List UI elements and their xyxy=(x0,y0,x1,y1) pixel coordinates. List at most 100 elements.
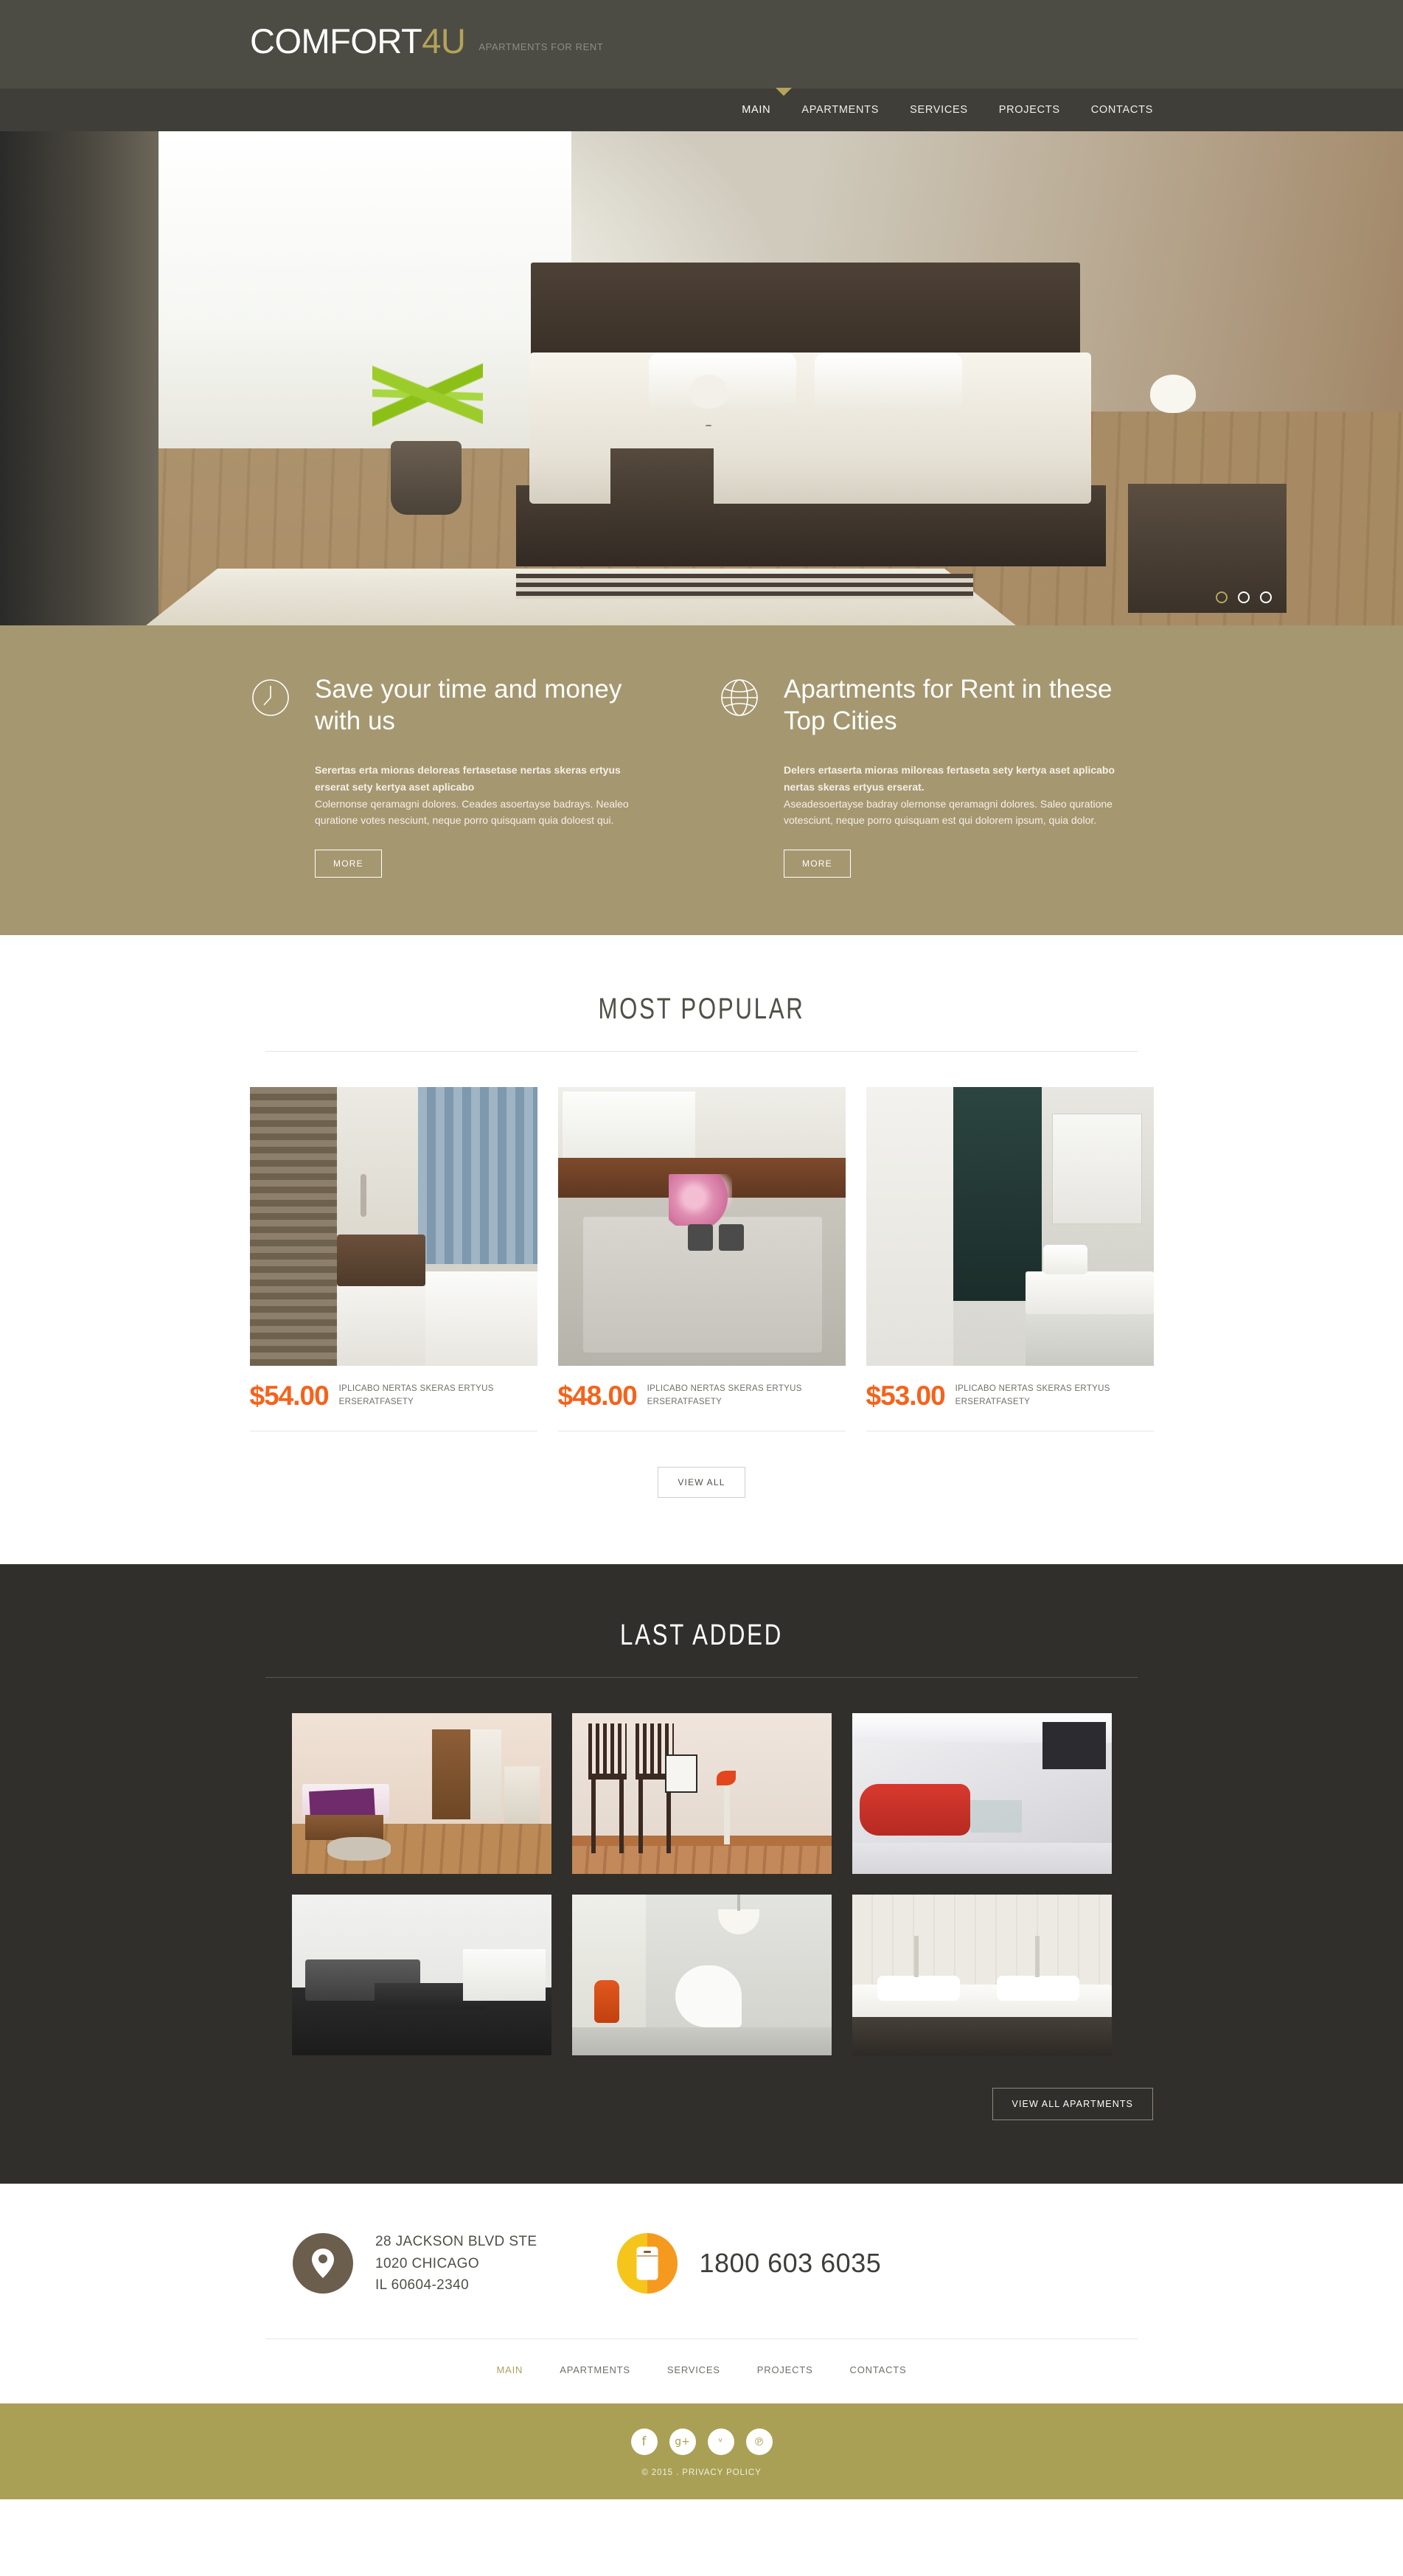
address-line-1: 28 JACKSON BLVD STE xyxy=(375,2234,537,2250)
feature-body: Delers ertaserta mioras miloreas fertase… xyxy=(784,762,1117,829)
feature-title: Save your time and money with us xyxy=(315,675,622,735)
nav-link-services[interactable]: SERVICES xyxy=(910,104,968,116)
slider-dot-2[interactable] xyxy=(1238,591,1250,603)
popular-cards: $54.00 IPLICABO NERTAS SKERAS ERTYUS ERS… xyxy=(249,1087,1154,1432)
feature-card-top-cities: Apartments for Rent in these Top Cities … xyxy=(719,674,1117,878)
view-all-apartments-wrapper: VIEW ALL APARTMENTS xyxy=(250,2055,1153,2121)
hero-lamp-left xyxy=(689,375,728,409)
nav-item-projects[interactable]: PROJECTS xyxy=(999,103,1060,117)
address-line-3: IL 60604-2340 xyxy=(375,2277,470,2293)
feature-more-button[interactable]: MORE xyxy=(784,850,851,878)
nav-link-projects[interactable]: PROJECTS xyxy=(999,104,1060,116)
hero-plant-pot xyxy=(391,441,462,515)
last-added-thumb[interactable] xyxy=(291,1895,551,2056)
contact-phone-number[interactable]: 1800 603 6035 xyxy=(700,2248,882,2279)
last-added-thumb[interactable] xyxy=(852,1895,1112,2056)
main-navigation: MAIN APARTMENTS SERVICES PROJECTS CONTAC… xyxy=(0,88,1403,131)
view-all-apartments-button[interactable]: VIEW ALL APARTMENTS xyxy=(992,2088,1153,2121)
last-added-thumb[interactable] xyxy=(852,1713,1112,1875)
feature-text-block: Save your time and money with us Sererta… xyxy=(315,674,648,878)
section-divider xyxy=(265,1677,1138,1678)
footer-nav-apartments[interactable]: APARTMENTS xyxy=(560,2364,630,2375)
last-added-thumb[interactable] xyxy=(291,1713,551,1875)
page-root: COMFORT4U APARTMENTS FOR RENT MAIN APART… xyxy=(0,0,1403,2500)
feature-card-save-time: Save your time and money with us Sererta… xyxy=(250,674,648,878)
contact-section: 28 JACKSON BLVD STE 1020 CHICAGO IL 6060… xyxy=(0,2184,1403,2404)
location-pin-icon xyxy=(293,2233,353,2294)
footer-navigation: MAIN APARTMENTS SERVICES PROJECTS CONTAC… xyxy=(0,2339,1403,2403)
site-tagline: APARTMENTS FOR RENT xyxy=(478,41,604,52)
section-divider xyxy=(265,1051,1138,1052)
social-links: f g+ ᵛ ℗ xyxy=(0,2429,1403,2456)
hero-lamp-right xyxy=(1150,375,1196,413)
popular-card-image[interactable] xyxy=(557,1087,846,1367)
popular-card[interactable]: $53.00 IPLICABO NERTAS SKERAS ERTYUS ERS… xyxy=(866,1087,1154,1432)
most-popular-heading: MOST POPULAR xyxy=(598,993,805,1026)
features-grid: Save your time and money with us Sererta… xyxy=(250,674,1153,878)
nav-item-services[interactable]: SERVICES xyxy=(910,103,968,117)
feature-more-button[interactable]: MORE xyxy=(315,850,382,878)
footer-nav-services[interactable]: SERVICES xyxy=(667,2364,720,2375)
popular-card-price: $54.00 xyxy=(249,1381,330,1412)
most-popular-section: MOST POPULAR $54.00 IPLICABO NERTAS SKER… xyxy=(0,935,1403,1565)
feature-paragraph: Aseadesoertayse badray olernonse qeramag… xyxy=(784,797,1113,827)
popular-card-caption: IPLICABO NERTAS SKERAS ERTYUS ERSERATFAS… xyxy=(338,1384,494,1407)
popular-card-image[interactable] xyxy=(866,1087,1154,1367)
popular-card-price-row: $48.00 IPLICABO NERTAS SKERAS ERTYUS ERS… xyxy=(557,1366,846,1432)
feature-body: Serertas erta mioras deloreas fertasetas… xyxy=(315,762,648,829)
hero-slider[interactable] xyxy=(0,131,1403,625)
pinterest-icon[interactable]: ℗ xyxy=(745,2429,773,2456)
hero-wall-left xyxy=(0,131,159,625)
hero-headboard xyxy=(531,263,1080,355)
nav-link-main[interactable]: MAIN xyxy=(742,104,770,116)
nav-item-contacts[interactable]: CONTACTS xyxy=(1091,103,1153,117)
hero-plant-leaves xyxy=(372,341,483,448)
popular-card-price-row: $54.00 IPLICABO NERTAS SKERAS ERTYUS ERS… xyxy=(249,1366,537,1432)
nav-list: MAIN APARTMENTS SERVICES PROJECTS CONTAC… xyxy=(250,88,1153,131)
popular-card[interactable]: $48.00 IPLICABO NERTAS SKERAS ERTYUS ERS… xyxy=(557,1087,846,1432)
nav-item-main[interactable]: MAIN xyxy=(742,103,770,117)
hero-nightstand-left xyxy=(610,448,714,533)
last-added-thumb[interactable] xyxy=(571,1895,832,2056)
last-added-heading: LAST ADDED xyxy=(620,1619,783,1652)
footer-nav-projects[interactable]: PROJECTS xyxy=(757,2364,813,2375)
popular-card-image[interactable] xyxy=(249,1087,537,1367)
hero-slide-image xyxy=(0,131,1403,625)
view-all-button[interactable]: VIEW ALL xyxy=(658,1467,745,1499)
popular-card-caption: IPLICABO NERTAS SKERAS ERTYUS ERSERATFAS… xyxy=(955,1384,1110,1407)
clock-icon xyxy=(250,677,294,721)
contact-phone-block: 1800 603 6035 xyxy=(616,2233,882,2294)
twitter-icon[interactable]: ᵛ xyxy=(707,2429,734,2456)
hero-window xyxy=(159,131,571,448)
feature-title: Apartments for Rent in these Top Cities xyxy=(784,675,1113,735)
footer-nav-main[interactable]: MAIN xyxy=(497,2364,523,2375)
site-header: COMFORT4U APARTMENTS FOR RENT xyxy=(0,0,1403,88)
feature-lead-text: Delers ertaserta mioras miloreas fertase… xyxy=(784,764,1115,794)
contact-address: 28 JACKSON BLVD STE 1020 CHICAGO IL 6060… xyxy=(375,2231,537,2296)
facebook-icon[interactable]: f xyxy=(630,2429,658,2456)
popular-card-price: $48.00 xyxy=(557,1381,638,1412)
nav-item-apartments[interactable]: APARTMENTS xyxy=(801,103,879,117)
site-logo[interactable]: COMFORT4U xyxy=(250,21,466,61)
slider-dot-3[interactable] xyxy=(1260,591,1272,603)
copyright-text[interactable]: © 2015 . PRIVACY POLICY xyxy=(0,2468,1403,2477)
last-added-thumb[interactable] xyxy=(571,1713,832,1875)
features-section: Save your time and money with us Sererta… xyxy=(0,625,1403,936)
feature-paragraph: Colernonse qeramagni dolores. Ceades aso… xyxy=(315,797,629,827)
nav-link-apartments[interactable]: APARTMENTS xyxy=(801,104,879,116)
globe-icon xyxy=(719,677,763,721)
slider-dot-1[interactable] xyxy=(1216,591,1228,603)
google-plus-icon[interactable]: g+ xyxy=(669,2429,696,2456)
footer-nav-contacts[interactable]: CONTACTS xyxy=(850,2364,907,2375)
nav-link-contacts[interactable]: CONTACTS xyxy=(1091,104,1153,116)
slider-pagination xyxy=(1216,591,1272,603)
logo-block[interactable]: COMFORT4U APARTMENTS FOR RENT xyxy=(250,0,1153,61)
site-footer: f g+ ᵛ ℗ © 2015 . PRIVACY POLICY xyxy=(0,2403,1403,2500)
hero-pillow-right xyxy=(815,353,962,412)
popular-card-price: $53.00 xyxy=(866,1381,946,1412)
logo-accent-text: 4U xyxy=(422,21,466,60)
contact-address-block: 28 JACKSON BLVD STE 1020 CHICAGO IL 6060… xyxy=(293,2231,537,2296)
feature-lead-text: Serertas erta mioras deloreas fertasetas… xyxy=(315,764,621,794)
popular-card[interactable]: $54.00 IPLICABO NERTAS SKERAS ERTYUS ERS… xyxy=(249,1087,537,1432)
contact-row: 28 JACKSON BLVD STE 1020 CHICAGO IL 6060… xyxy=(250,2231,1153,2296)
